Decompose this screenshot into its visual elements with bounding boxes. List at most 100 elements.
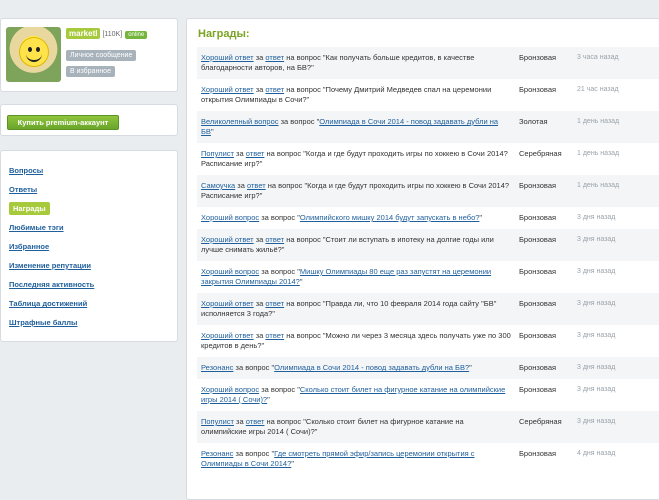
award-name-link[interactable]: Хороший ответ xyxy=(201,53,254,62)
award-time: 3 дня назад xyxy=(577,332,616,339)
award-level: Бронзовая xyxy=(519,213,557,222)
award-text: за вопрос " xyxy=(233,449,275,458)
award-target-link[interactable]: ответ xyxy=(246,149,265,158)
award-description: Популист за ответ на вопрос "Когда и где… xyxy=(197,143,515,175)
award-text: за xyxy=(253,331,266,340)
award-target-link[interactable]: ответ xyxy=(246,417,265,426)
award-description: Хороший ответ за ответ на вопрос "Можно … xyxy=(197,325,515,357)
award-row: Хороший ответ за ответ на вопрос "Как по… xyxy=(197,47,659,79)
award-row: Хороший ответ за ответ на вопрос "Почему… xyxy=(197,79,659,111)
award-description: Хороший вопрос за вопрос "Мишку Олимпиад… xyxy=(197,261,515,293)
award-level: Бронзовая xyxy=(519,85,557,94)
award-row: Популист за ответ на вопрос "Сколько сто… xyxy=(197,411,659,443)
award-name-link[interactable]: Самоучка xyxy=(201,181,235,190)
award-description: Резонанс за вопрос "Олимпиада в Сочи 201… xyxy=(197,357,515,379)
favorite-button[interactable]: В избранное xyxy=(66,66,115,77)
award-time: 3 дня назад xyxy=(577,386,616,393)
award-time: 3 часа назад xyxy=(573,47,659,79)
menu-item-questions[interactable]: Вопросы xyxy=(1,161,177,180)
award-text: за вопрос " xyxy=(278,117,320,126)
award-time: 3 дня назад xyxy=(573,357,659,379)
award-level: Бронзовая xyxy=(515,175,573,207)
username[interactable]: marketl xyxy=(66,28,101,39)
award-text: за xyxy=(233,417,246,426)
award-time: 1 день назад xyxy=(577,150,620,157)
award-target-link[interactable]: Олимпиада в Сочи 2014 - повод задавать д… xyxy=(274,363,469,372)
award-name-link[interactable]: Хороший ответ xyxy=(201,85,254,94)
award-level: Бронзовая xyxy=(515,229,573,261)
award-text: за вопрос " xyxy=(233,363,275,372)
menu-item-favorites[interactable]: Избранное xyxy=(1,237,177,256)
award-text: за xyxy=(253,85,266,94)
award-name-link[interactable]: Резонанс xyxy=(201,449,233,458)
award-target-link[interactable]: ответ xyxy=(265,331,284,340)
award-target-link[interactable]: Олимпийского мишку 2014 будут запускать … xyxy=(300,213,480,222)
message-button[interactable]: Личное сообщение xyxy=(66,50,137,61)
menu-item-achievements[interactable]: Таблица достижений xyxy=(1,294,177,313)
profile-menu: Вопросы Ответы Награды Любимые тэги Избр… xyxy=(0,150,178,342)
menu-item-awards[interactable]: Награды xyxy=(1,199,177,218)
award-target-link[interactable]: ответ xyxy=(265,53,284,62)
avatar[interactable] xyxy=(6,27,61,82)
profile-panel: marketl [110K] online Личное сообщение В и… xyxy=(0,18,178,92)
award-text: " xyxy=(299,277,303,286)
award-time: 1 день назад xyxy=(573,175,659,207)
award-row: Популист за ответ на вопрос "Когда и где… xyxy=(197,143,659,175)
award-level: Бронзовая xyxy=(515,293,573,325)
award-level: Бронзовая xyxy=(515,357,573,379)
award-level: Серебряная xyxy=(515,411,573,443)
award-name-link[interactable]: Хороший ответ xyxy=(201,299,254,308)
award-time: 3 дня назад xyxy=(577,214,616,221)
award-name-link[interactable]: Великолепный вопрос xyxy=(201,117,279,126)
award-level: Бронзовая xyxy=(519,267,557,276)
award-name-link[interactable]: Хороший ответ xyxy=(201,235,254,244)
smiley-icon xyxy=(19,37,49,67)
menu-item-reputation[interactable]: Изменение репутации xyxy=(1,256,177,275)
award-text: за вопрос " xyxy=(259,267,300,276)
award-time: 21 час назад xyxy=(577,86,619,93)
award-level: Золотая xyxy=(515,111,573,143)
award-text: за xyxy=(253,53,266,62)
award-row: Хороший вопрос за вопрос "Мишку Олимпиад… xyxy=(197,261,659,293)
award-level: Бронзовая xyxy=(519,385,557,394)
award-row: Великолепный вопрос за вопрос "Олимпиада… xyxy=(197,111,659,143)
award-name-link[interactable]: Хороший вопрос xyxy=(201,213,259,222)
award-time: 4 дня назад xyxy=(577,450,616,457)
award-name-link[interactable]: Популист xyxy=(201,417,234,426)
menu-item-activity[interactable]: Последняя активность xyxy=(1,275,177,294)
award-text: " xyxy=(469,363,472,372)
premium-panel: Купить premium-аккаунт xyxy=(0,104,178,136)
award-level: Бронзовая xyxy=(519,449,557,458)
award-target-link[interactable]: ответ xyxy=(265,235,284,244)
award-text: " xyxy=(291,459,294,468)
award-row: Хороший вопрос за вопрос "Сколько стоит … xyxy=(197,379,659,411)
page-title: Награды: xyxy=(198,28,250,40)
award-description: Резонанс за вопрос "Где смотреть прямой … xyxy=(197,443,515,475)
award-text: за xyxy=(235,181,247,190)
award-description: Хороший ответ за ответ на вопрос "Как по… xyxy=(197,47,515,79)
award-time: 3 дня назад xyxy=(573,229,659,261)
award-name-link[interactable]: Хороший ответ xyxy=(201,331,254,340)
award-time: 1 день назад xyxy=(573,111,659,143)
menu-item-answers[interactable]: Ответы xyxy=(1,180,177,199)
buy-premium-button[interactable]: Купить premium-аккаунт xyxy=(7,115,119,130)
menu-item-favorite-tags[interactable]: Любимые тэги xyxy=(1,218,177,237)
award-text: за xyxy=(253,299,266,308)
award-row: Хороший ответ за ответ на вопрос "Правда… xyxy=(197,293,659,325)
award-target-link[interactable]: ответ xyxy=(265,85,284,94)
award-row: Хороший ответ за ответ на вопрос "Можно … xyxy=(197,325,659,357)
menu-item-penalties[interactable]: Штрафные баллы xyxy=(1,313,177,332)
award-name-link[interactable]: Хороший вопрос xyxy=(201,385,259,394)
award-text: за xyxy=(253,235,266,244)
award-name-link[interactable]: Резонанс xyxy=(201,363,233,372)
award-target-link[interactable]: ответ xyxy=(265,299,284,308)
award-level: Серебряная xyxy=(519,149,562,158)
award-target-link[interactable]: ответ xyxy=(247,181,266,190)
award-row: Резонанс за вопрос "Олимпиада в Сочи 201… xyxy=(197,357,659,379)
awards-table: Хороший ответ за ответ на вопрос "Как по… xyxy=(197,47,659,475)
award-name-link[interactable]: Популист xyxy=(201,149,234,158)
award-text: за вопрос " xyxy=(259,213,300,222)
award-name-link[interactable]: Хороший вопрос xyxy=(201,267,259,276)
award-row: Хороший ответ за ответ на вопрос "Стоит … xyxy=(197,229,659,261)
award-description: Хороший ответ за ответ на вопрос "Стоит … xyxy=(197,229,515,261)
